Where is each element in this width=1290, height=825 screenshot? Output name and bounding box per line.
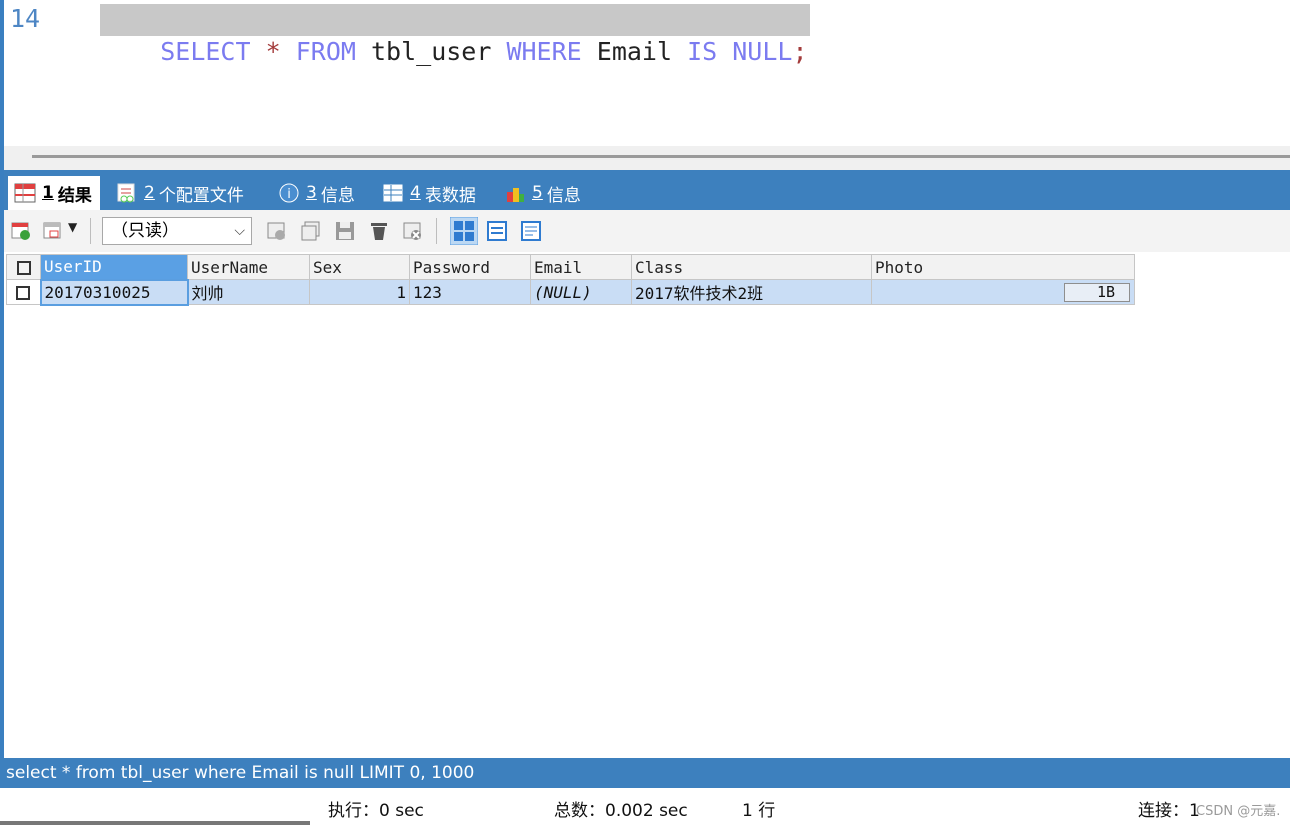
bottom-status-bar: 执行：0 sec 总数：0.002 sec 1 行 连接：1 bbox=[0, 788, 1290, 825]
export-icon[interactable] bbox=[10, 220, 32, 242]
import-icon[interactable] bbox=[42, 220, 64, 242]
cell-username[interactable]: 刘帅 bbox=[187, 279, 310, 305]
cell-sex[interactable]: 1 bbox=[309, 279, 410, 305]
tab-result[interactable]: 1 结果 bbox=[8, 176, 100, 210]
sql-token: WHERE bbox=[506, 37, 582, 66]
query-status-bar: select * from tbl_user where Email is nu… bbox=[0, 758, 1290, 788]
column-header[interactable]: Sex bbox=[309, 254, 410, 280]
tab-number: 1 bbox=[42, 183, 54, 203]
select-all-checkbox[interactable] bbox=[6, 254, 41, 280]
tab-label: 表数据 bbox=[424, 185, 476, 206]
form-view-icon[interactable] bbox=[486, 220, 508, 242]
checkbox-icon bbox=[16, 286, 31, 300]
mode-select-value: （只读） bbox=[111, 221, 179, 241]
tab-label: 信息 bbox=[546, 185, 581, 206]
bottom-edge bbox=[0, 821, 310, 825]
chevron-down-icon: ⌵ bbox=[234, 223, 245, 239]
result-grid[interactable]: UserID UserName Sex Password Email Class… bbox=[6, 254, 1135, 306]
cell-class[interactable]: 2017软件技术2班 bbox=[631, 279, 872, 305]
tab-number: 3 bbox=[306, 183, 317, 203]
sql-token: tbl_user bbox=[355, 37, 507, 66]
tab-label: 结果 bbox=[57, 185, 92, 206]
column-header[interactable]: Photo bbox=[871, 254, 1135, 280]
tab-label: 个配置文件 bbox=[158, 185, 244, 206]
tab-label: 信息 bbox=[320, 185, 355, 206]
column-header[interactable]: UserName bbox=[187, 254, 310, 280]
save-icon[interactable] bbox=[334, 220, 356, 242]
grid-header-row: UserID UserName Sex Password Email Class… bbox=[6, 254, 1135, 280]
chart-info-icon bbox=[507, 188, 524, 202]
tab-info-2[interactable]: 5 信息 bbox=[504, 176, 581, 210]
duplicate-row-icon[interactable] bbox=[300, 220, 322, 242]
toolbar-divider bbox=[436, 218, 437, 244]
profile-icon bbox=[117, 183, 135, 203]
total-time: 总数：0.002 sec bbox=[554, 801, 688, 821]
blob-button[interactable]: 1B bbox=[1064, 283, 1130, 302]
watermark: CSDN @元嘉. bbox=[1196, 804, 1281, 819]
splitter-handle[interactable] bbox=[32, 155, 1290, 158]
grid-view-icon[interactable] bbox=[450, 217, 478, 245]
tab-table-data[interactable]: 4 表数据 bbox=[382, 176, 476, 210]
connection-count: 连接：1 bbox=[1138, 801, 1200, 821]
checkbox-icon bbox=[16, 261, 31, 275]
delete-icon[interactable] bbox=[368, 220, 390, 242]
info-icon: i bbox=[279, 183, 299, 203]
cancel-changes-icon[interactable] bbox=[402, 220, 424, 242]
tab-profile[interactable]: 2 个配置文件 bbox=[116, 176, 244, 210]
executed-query: select * from tbl_user where Email is nu… bbox=[6, 763, 475, 783]
sql-token: FROM bbox=[295, 37, 356, 66]
line-number: 14 bbox=[10, 4, 41, 33]
table-result-icon bbox=[14, 183, 36, 203]
cell-email[interactable]: (NULL) bbox=[530, 279, 632, 305]
cell-password[interactable]: 123 bbox=[409, 279, 531, 305]
sql-editor[interactable]: 14 SELECT * FROM tbl_user WHERE Email IS… bbox=[4, 0, 1290, 146]
cell-userid[interactable]: 20170310025 bbox=[39, 278, 189, 306]
toolbar-divider bbox=[90, 218, 91, 244]
pane-splitter[interactable] bbox=[4, 146, 1290, 170]
column-header[interactable]: Class bbox=[631, 254, 872, 280]
result-toolbar: ▼ （只读） ⌵ bbox=[4, 210, 1290, 252]
sql-token: NULL bbox=[732, 37, 793, 66]
sql-token: SELECT bbox=[160, 37, 251, 66]
table-row[interactable]: 20170310025 刘帅 1 123 (NULL) 2017软件技术2班 1… bbox=[6, 278, 1135, 306]
column-header[interactable]: UserID bbox=[40, 254, 188, 280]
sql-token: ; bbox=[792, 37, 808, 66]
tab-number: 2 bbox=[144, 183, 155, 203]
sql-token: Email bbox=[581, 37, 688, 66]
table-data-icon bbox=[383, 184, 403, 202]
text-view-icon[interactable] bbox=[520, 220, 542, 242]
tab-number: 5 bbox=[532, 183, 543, 203]
insert-row-icon[interactable] bbox=[266, 220, 288, 242]
row-checkbox[interactable] bbox=[6, 279, 41, 305]
column-header[interactable]: Password bbox=[409, 254, 531, 280]
tab-number: 4 bbox=[410, 183, 421, 203]
row-count: 1 行 bbox=[742, 801, 776, 821]
result-tabs: 1 结果 2 个配置文件 i 3 信息 4 表数据 5 信息 bbox=[4, 170, 1290, 210]
svg-text:i: i bbox=[287, 187, 291, 202]
sql-token: * bbox=[265, 37, 281, 66]
column-header[interactable]: Email bbox=[530, 254, 632, 280]
tab-info[interactable]: i 3 信息 bbox=[278, 176, 355, 210]
chevron-down-icon[interactable]: ▼ bbox=[68, 220, 77, 234]
cell-photo[interactable]: 1B bbox=[871, 279, 1135, 305]
mode-select[interactable]: （只读） ⌵ bbox=[102, 217, 252, 245]
sql-statement[interactable]: SELECT * FROM tbl_user WHERE Email IS NU… bbox=[100, 4, 810, 66]
exec-time: 执行：0 sec bbox=[328, 801, 424, 821]
sql-token: IS bbox=[687, 37, 718, 66]
